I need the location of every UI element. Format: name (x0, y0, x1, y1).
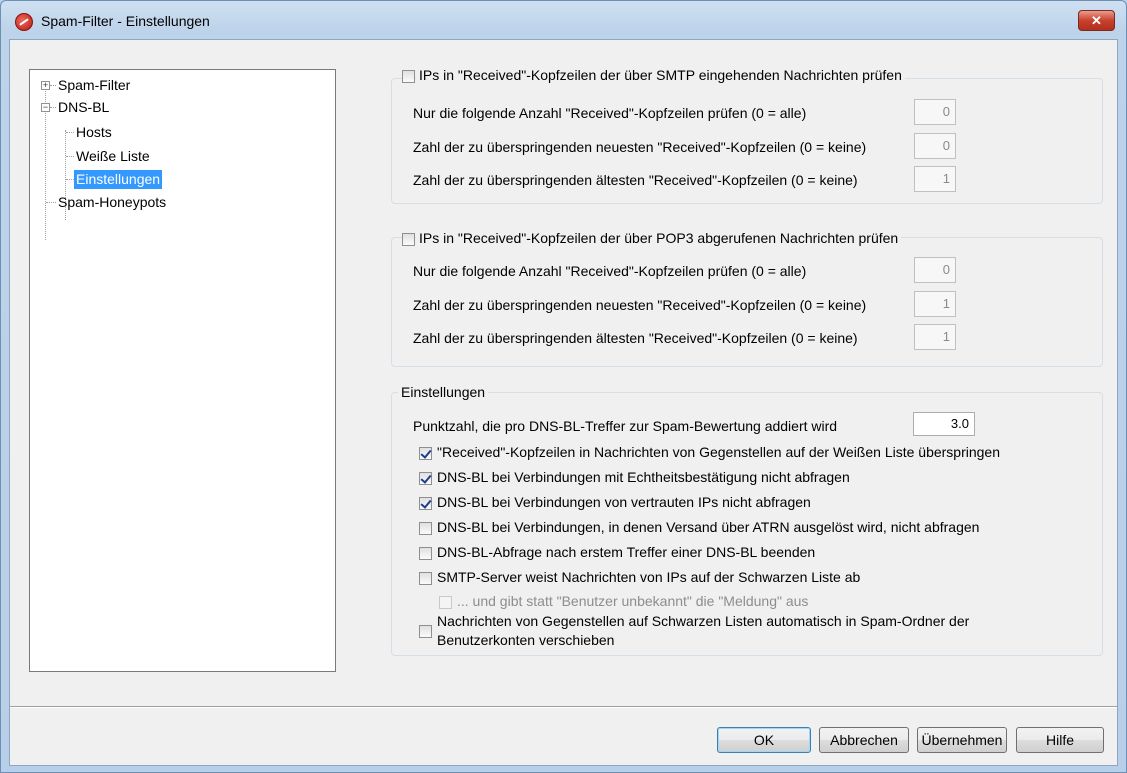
settings-tree: + Spam-Filter − DNS-BL Hosts Weiße Liste… (29, 69, 336, 672)
tree-label: DNS-BL (58, 99, 110, 115)
move-to-spam-folder-checkbox[interactable] (419, 625, 432, 638)
smtp-skip-oldest-label: Zahl der zu überspringenden ältesten "Re… (413, 172, 858, 188)
smtp-count-label: Nur die folgende Anzahl "Received"-Kopfz… (413, 105, 807, 121)
stop-after-first-hit-checkbox[interactable] (419, 547, 432, 560)
smtp-received-caption: IPs in "Received"-Kopfzeilen der über SM… (416, 67, 905, 83)
smtp-skip-newest-field[interactable]: 0 (914, 133, 956, 159)
skip-whitelist-received-label: "Received"-Kopfzeilen in Nachrichten von… (437, 444, 1001, 460)
tree-item-spam-honeypots[interactable]: Spam-Honeypots (30, 193, 330, 212)
custom-message-checkbox[interactable] (439, 596, 452, 609)
pop3-skip-oldest-label: Zahl der zu überspringenden ältesten "Re… (413, 330, 858, 346)
pop3-received-caption: IPs in "Received"-Kopfzeilen der über PO… (416, 230, 902, 246)
button-separator (10, 706, 1117, 708)
ok-button[interactable]: OK (717, 727, 811, 753)
collapse-icon[interactable]: − (41, 103, 50, 112)
custom-message-label: ... und gibt statt "Benutzer unbekannt" … (457, 593, 809, 609)
smtp-skip-oldest-field[interactable]: 1 (914, 166, 956, 192)
pop3-count-field[interactable]: 0 (914, 257, 956, 283)
stop-after-first-hit-label: DNS-BL-Abfrage nach erstem Treffer einer… (437, 544, 816, 560)
cancel-button[interactable]: Abbrechen (819, 727, 909, 753)
smtp-received-checkbox[interactable] (402, 70, 415, 83)
skip-authenticated-checkbox[interactable] (419, 472, 432, 485)
smtp-skip-newest-label: Zahl der zu überspringenden neuesten "Re… (413, 139, 867, 155)
tree-label: Spam-Filter (58, 77, 131, 93)
close-button[interactable]: ✕ (1078, 10, 1115, 31)
window-title: Spam-Filter - Einstellungen (41, 13, 210, 29)
smtp-count-field[interactable]: 0 (914, 99, 956, 125)
skip-trusted-ips-checkbox[interactable] (419, 497, 432, 510)
dialog-client-area: + Spam-Filter − DNS-BL Hosts Weiße Liste… (9, 39, 1118, 766)
skip-trusted-ips-label: DNS-BL bei Verbindungen von vertrauten I… (437, 494, 811, 510)
help-button[interactable]: Hilfe (1016, 727, 1104, 753)
dialog-window: Spam-Filter - Einstellungen ✕ + Spam-Fil… (0, 0, 1127, 773)
tree-item-whitelist[interactable]: Weiße Liste (30, 147, 330, 166)
pop3-count-label: Nur die folgende Anzahl "Received"-Kopfz… (413, 263, 807, 279)
reject-blacklisted-checkbox[interactable] (419, 572, 432, 585)
skip-atrn-label: DNS-BL bei Verbindungen, in denen Versan… (437, 519, 980, 535)
tree-label: Weiße Liste (76, 148, 150, 164)
skip-atrn-checkbox[interactable] (419, 522, 432, 535)
score-label: Punktzahl, die pro DNS-BL-Treffer zur Sp… (413, 418, 838, 434)
tree-label-selected: Einstellungen (74, 170, 163, 189)
settings-caption: Einstellungen (398, 384, 489, 400)
pop3-skip-newest-label: Zahl der zu überspringenden neuesten "Re… (413, 297, 867, 313)
pop3-skip-newest-field[interactable]: 1 (914, 291, 956, 317)
pop3-skip-oldest-field[interactable]: 1 (914, 324, 956, 350)
expand-icon[interactable]: + (41, 81, 50, 90)
pop3-received-checkbox[interactable] (402, 233, 415, 246)
tree-item-hosts[interactable]: Hosts (30, 123, 330, 142)
tree-label: Spam-Honeypots (58, 194, 167, 210)
spam-filter-icon (15, 13, 33, 31)
move-to-spam-folder-label-line1: Nachrichten von Gegenstellen auf Schwarz… (437, 613, 970, 629)
reject-blacklisted-label: SMTP-Server weist Nachrichten von IPs au… (437, 569, 861, 585)
move-to-spam-folder-label-line2: Benutzerkonten verschieben (437, 632, 615, 648)
tree-label: Hosts (76, 124, 112, 140)
apply-button[interactable]: Übernehmen (917, 727, 1007, 753)
skip-authenticated-label: DNS-BL bei Verbindungen mit Echtheitsbes… (437, 469, 850, 485)
tree-item-einstellungen[interactable]: Einstellungen (30, 170, 330, 189)
tree-item-dns-bl[interactable]: − DNS-BL (30, 98, 330, 117)
tree-item-spam-filter[interactable]: + Spam-Filter (30, 76, 330, 95)
title-bar[interactable]: Spam-Filter - Einstellungen ✕ (1, 1, 1126, 39)
score-field[interactable]: 3.0 (913, 412, 975, 436)
skip-whitelist-received-checkbox[interactable] (419, 447, 432, 460)
